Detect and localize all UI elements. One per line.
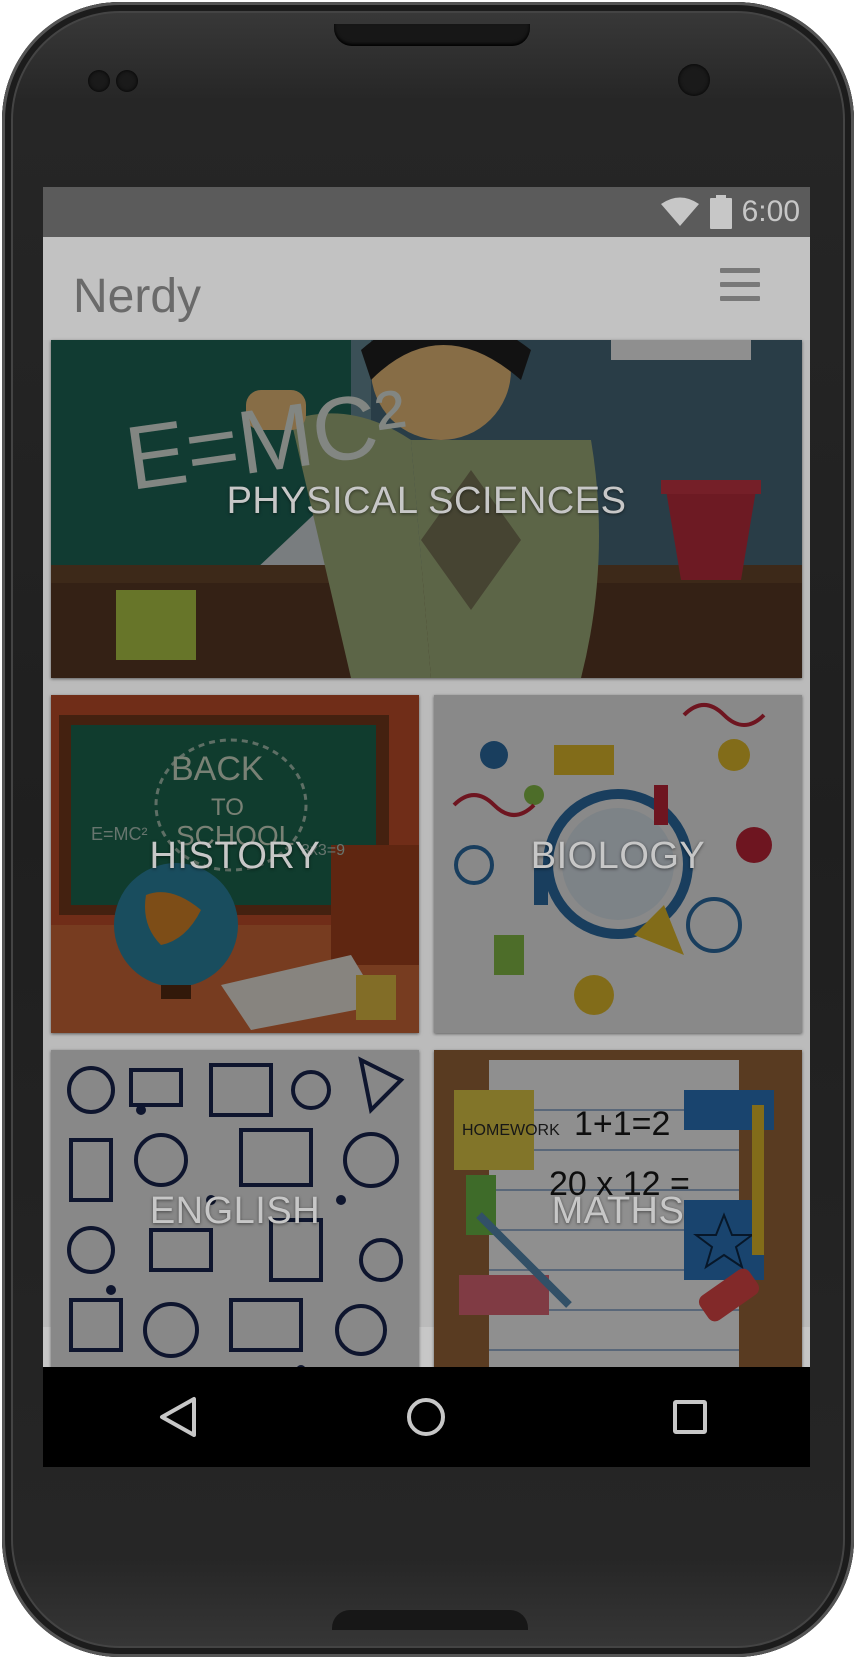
wifi-icon — [660, 197, 699, 226]
hamburger-menu-icon[interactable] — [720, 265, 760, 305]
app-title: Nerdy — [73, 270, 202, 323]
subject-tile-history[interactable]: BACK TO SCHOOL E=MC² 3x3=9 HISTORY — [51, 695, 419, 1033]
subject-tile-physical-sciences[interactable]: E=MC² PHYSICAL SCIENCES — [51, 340, 802, 678]
subject-grid: E=MC² PHYSICAL SCIENCES BACK TO SCHOOL E… — [43, 340, 810, 1388]
app-bar: Nerdy — [43, 237, 810, 340]
home-circle-icon — [407, 1398, 445, 1436]
subject-tile-english[interactable]: ENGLISH — [51, 1050, 419, 1388]
top-speaker — [334, 24, 530, 46]
front-camera — [678, 64, 710, 96]
subject-label-physical-sciences: PHYSICAL SCIENCES — [226, 480, 627, 522]
subject-tile-maths[interactable]: HOMEWORK 1+1=2 20 x 12 = MATHS — [434, 1050, 802, 1388]
battery-icon — [709, 195, 732, 229]
status-time: 6:00 — [741, 195, 800, 228]
back-button[interactable] — [128, 1367, 228, 1467]
screen: 6:00 Nerdy E=MC² PHYSICAL SCIENCES BACK … — [43, 187, 810, 1467]
recents-button[interactable] — [640, 1367, 740, 1467]
subject-label-biology: BIOLOGY — [530, 835, 706, 877]
bottom-speaker — [332, 1610, 528, 1630]
back-triangle-icon — [160, 1397, 196, 1437]
subject-label-english: ENGLISH — [149, 1190, 321, 1232]
subject-label-maths: MATHS — [551, 1190, 685, 1232]
navigation-bar — [43, 1367, 810, 1467]
proximity-sensor — [88, 70, 110, 92]
subject-label-history: HISTORY — [149, 835, 321, 877]
status-bar: 6:00 — [43, 187, 810, 237]
light-sensor — [116, 70, 138, 92]
subject-tile-biology[interactable]: BIOLOGY — [434, 695, 802, 1033]
recents-square-icon — [673, 1400, 707, 1434]
home-button[interactable] — [376, 1367, 476, 1467]
